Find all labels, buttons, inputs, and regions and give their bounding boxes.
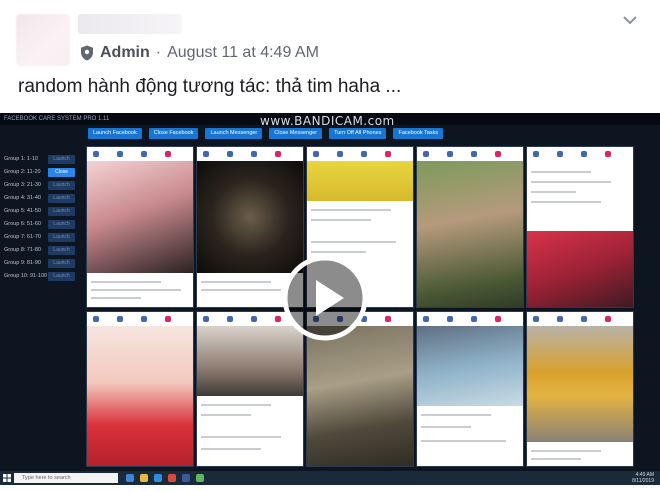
edge-icon[interactable] — [154, 474, 162, 482]
toolbar-button[interactable]: Facebook Tasks — [393, 128, 444, 139]
group-row: Group 6: 51-60 Launch — [4, 219, 82, 230]
taskbar-clock[interactable]: 4:49 AM 8/11/2019 — [632, 472, 654, 484]
group-button[interactable]: Launch — [48, 207, 75, 216]
group-button[interactable]: Launch — [48, 181, 75, 190]
group-row: Group 1: 1-10 Launch — [4, 154, 82, 165]
post-photo — [307, 161, 413, 201]
phone-panel — [86, 146, 194, 308]
watermark: www.BANDICAM.com — [260, 114, 395, 128]
phone-nav-bar — [417, 147, 523, 162]
toolbar-button[interactable]: Launch Facebook — [88, 128, 142, 139]
phone-panel — [416, 311, 524, 467]
group-row: Group 10: 91-100 Launch — [4, 271, 82, 282]
group-label: Group 8: 71-80 — [4, 247, 41, 253]
chevron-down-icon[interactable] — [622, 14, 638, 26]
post-text: random hành động tương tác: thả tim haha… — [18, 76, 402, 97]
group-button[interactable]: Launch — [48, 246, 75, 255]
toolbar-button[interactable]: Close Facebook — [148, 128, 199, 139]
app-icon[interactable] — [182, 474, 190, 482]
facebook-post: Admin · August 11 at 4:49 AM random hành… — [0, 0, 660, 491]
group-row: Group 7: 61-70 Launch — [4, 232, 82, 243]
phone-panel — [526, 311, 634, 467]
window-title: FACEBOOK CARE SYSTEM PRO 1.11 — [4, 116, 110, 122]
avatar[interactable] — [16, 14, 70, 66]
post-photo — [417, 326, 523, 406]
windows-taskbar: Type here to search 4:49 AM 8/11/2019 — [0, 471, 660, 485]
group-label: Group 9: 81-90 — [4, 260, 41, 266]
phone-nav-bar — [527, 312, 633, 327]
app-icon[interactable] — [126, 474, 134, 482]
phone-panel — [526, 146, 634, 308]
toolbar-button[interactable]: Turn Off All Phones — [329, 128, 387, 139]
phone-nav-bar — [87, 147, 193, 162]
group-row: Group 4: 31-40 Launch — [4, 193, 82, 204]
phone-nav-bar — [527, 147, 633, 162]
group-row: Group 9: 81-90 Launch — [4, 258, 82, 269]
windows-start-icon[interactable] — [3, 474, 11, 482]
post-caption — [197, 396, 303, 466]
post-caption — [527, 161, 633, 231]
app-icon[interactable] — [168, 474, 176, 482]
video-thumbnail[interactable]: FACEBOOK CARE SYSTEM PRO 1.11 www.BANDIC… — [0, 113, 660, 485]
post-photo — [87, 161, 193, 273]
group-row: Group 5: 41-50 Launch — [4, 206, 82, 217]
group-button[interactable]: Launch — [48, 194, 75, 203]
post-caption — [527, 442, 633, 466]
post-photo — [87, 326, 193, 466]
group-label: Group 7: 61-70 — [4, 234, 41, 240]
group-row: Group 8: 71-80 Launch — [4, 245, 82, 256]
phone-nav-bar — [417, 312, 523, 327]
group-label: Group 4: 31-40 — [4, 195, 41, 201]
post-caption — [417, 406, 523, 466]
group-button[interactable]: Launch — [48, 259, 75, 268]
post-photo — [527, 231, 633, 307]
phone-nav-bar — [87, 312, 193, 327]
meta-separator: · — [155, 44, 162, 61]
group-button[interactable]: Launch — [48, 233, 75, 242]
group-row: Group 2: 11-20 Close — [4, 167, 82, 178]
group-label: Group 1: 1-10 — [4, 156, 38, 162]
post-photo — [527, 326, 633, 442]
group-button[interactable]: Launch — [48, 220, 75, 229]
phone-nav-bar — [197, 147, 303, 162]
phone-panel — [416, 146, 524, 308]
group-label: Group 6: 51-60 — [4, 221, 41, 227]
taskbar-search-input[interactable]: Type here to search — [14, 473, 118, 483]
group-button[interactable]: Close — [48, 168, 75, 177]
group-label: Group 5: 41-50 — [4, 208, 41, 214]
app-toolbar: Launch Facebook Close Facebook Launch Me… — [88, 128, 444, 139]
phone-nav-bar — [307, 147, 413, 162]
post-timestamp[interactable]: August 11 at 4:49 AM — [167, 44, 319, 62]
app-icon[interactable] — [196, 474, 204, 482]
group-button[interactable]: Launch — [48, 272, 75, 281]
group-button[interactable]: Launch — [48, 155, 75, 164]
post-photo — [417, 161, 523, 307]
toolbar-button[interactable]: Close Messenger — [269, 128, 323, 139]
toolbar-button[interactable]: Launch Messenger — [205, 128, 263, 139]
blurred-page-name — [78, 14, 182, 34]
group-row: Group 3: 21-30 Launch — [4, 180, 82, 191]
play-button-icon[interactable] — [282, 255, 368, 341]
folder-icon[interactable] — [140, 474, 148, 482]
post-caption — [87, 273, 193, 307]
phone-panel — [86, 311, 194, 467]
group-label: Group 3: 21-30 — [4, 182, 41, 188]
admin-shield-icon — [81, 45, 93, 61]
group-label: Group 2: 11-20 — [4, 169, 41, 175]
clock-date: 8/11/2019 — [632, 478, 654, 484]
post-photo — [307, 326, 413, 466]
group-label: Group 10: 91-100 — [4, 273, 48, 279]
author-name[interactable]: Admin — [100, 44, 150, 62]
post-meta: Admin · August 11 at 4:49 AM — [80, 43, 319, 63]
